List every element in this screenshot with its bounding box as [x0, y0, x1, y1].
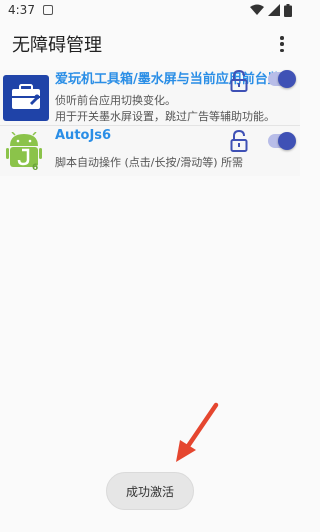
status-time: 4:37 — [8, 3, 35, 17]
status-icons — [250, 3, 292, 17]
app-bar: 无障碍管理 — [0, 20, 300, 68]
page-title: 无障碍管理 — [12, 35, 102, 56]
service-title: AutoJs6 — [55, 128, 112, 143]
service-toggle[interactable] — [268, 132, 296, 150]
toggle-knob — [278, 132, 296, 150]
service-toggle[interactable] — [268, 70, 296, 88]
service-desc-line1: 侦听前台应用切换变化。 — [55, 94, 176, 107]
service-item-toolbox[interactable]: 爱玩机工具箱/墨水屏与当前应用前台监听 侦听前台应用切换变化。 用于开关墨水屏设… — [0, 70, 300, 126]
status-bar: 4:37 — [0, 0, 300, 20]
svg-text:6: 6 — [32, 163, 38, 172]
service-item-autojs[interactable]: 6 AutoJs6 脚本自动操作 (点击/长按/滑动等) 所需 — [0, 126, 300, 176]
service-desc-line2: 用于开关墨水屏设置，跳过广告等辅助功能。 — [55, 110, 275, 123]
toolbox-icon — [3, 75, 49, 121]
wifi-icon — [250, 4, 264, 15]
annotation-arrow-icon — [176, 402, 219, 462]
service-title: 爱玩机工具箱/墨水屏与当前应用前台监听 — [55, 72, 294, 87]
toast-message: 成功激活 — [106, 472, 194, 510]
overflow-menu-icon[interactable] — [274, 34, 290, 54]
autojs-icon: 6 — [6, 132, 42, 172]
unlock-icon[interactable] — [230, 70, 248, 92]
service-desc-line1: 脚本自动操作 (点击/长按/滑动等) 所需 — [55, 156, 243, 169]
toggle-knob — [278, 70, 296, 88]
battery-icon — [284, 3, 292, 17]
notification-icon — [42, 5, 53, 15]
unlock-icon[interactable] — [230, 130, 248, 152]
signal-icon — [268, 4, 280, 16]
